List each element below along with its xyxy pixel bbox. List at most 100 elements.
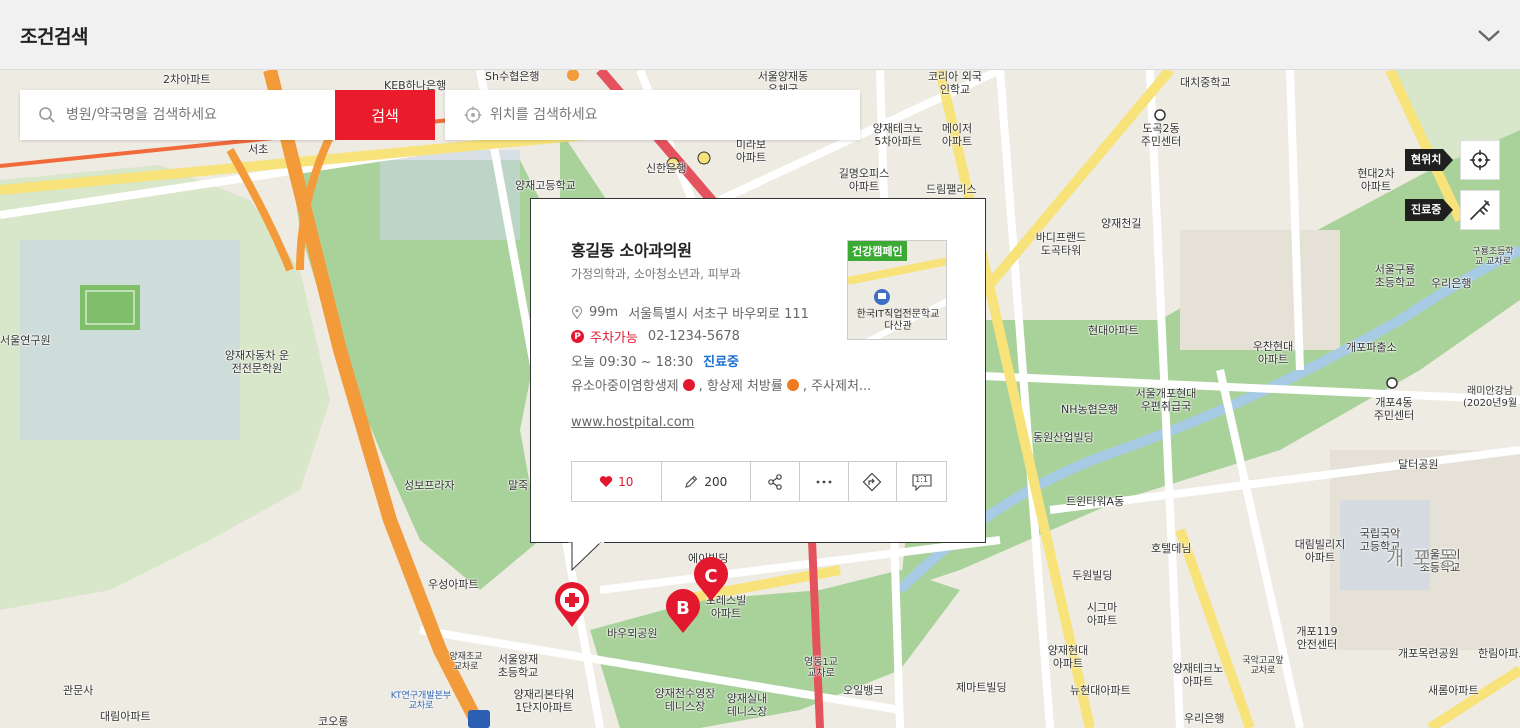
service-text: 유소아중이염항생제 xyxy=(571,379,679,394)
map-label: 개포목련공원 xyxy=(1398,647,1459,660)
map-label: 양재현대 아파트 xyxy=(1047,644,1089,670)
map-label: 구룡초등학교 교차로 xyxy=(1472,247,1514,267)
map-label: 서울연구원 xyxy=(0,334,51,347)
hours-text: 오늘 09:30 ~ 18:30 xyxy=(571,355,694,370)
review-button[interactable]: 200 xyxy=(662,462,752,501)
hospital-thumbnail[interactable]: 건강캠페인 한국IT직업전문학교 다산관 xyxy=(847,240,947,340)
target-icon xyxy=(1470,150,1490,170)
more-icon xyxy=(816,480,832,483)
parking-icon: P xyxy=(571,330,584,343)
location-search-input[interactable] xyxy=(445,90,860,140)
map-label: 도곡2동 주민센터 xyxy=(1140,122,1182,148)
hospital-info-popup: 홍길동 소아과의원 가정의학과, 소아청소년과, 피부과 99m 서울특별시 서… xyxy=(530,198,986,543)
map-label: 길명오피스 아파트 xyxy=(838,167,890,193)
distance-text: 99m xyxy=(589,305,619,320)
map-label: 미라보 아파트 xyxy=(735,138,767,164)
grade-2-icon xyxy=(786,378,799,391)
marker-c[interactable]: C xyxy=(692,557,730,603)
map-label: 코오롱 xyxy=(318,715,349,728)
chat-button[interactable]: 1:1 xyxy=(897,462,946,501)
map-label: 현대2차 아파트 xyxy=(1357,167,1395,193)
map-label: 두원빌딩 xyxy=(1072,569,1113,582)
more-button[interactable] xyxy=(800,462,849,501)
svg-text:C: C xyxy=(704,566,717,587)
map-label: 영동1교 교차로 xyxy=(804,657,838,679)
map-label: 양재리본타워 1단지아파트 xyxy=(513,688,575,714)
thumbnail-caption: 한국IT직업전문학교 다산관 xyxy=(856,309,940,332)
stethoscope-icon xyxy=(1470,200,1490,220)
page-header: 조건검색 xyxy=(0,0,1520,70)
heart-icon xyxy=(599,476,613,487)
open-now-filter-button[interactable] xyxy=(1460,190,1500,230)
hours-row: 오늘 09:30 ~ 18:30 진료중 xyxy=(571,351,739,370)
map-label: 양재초교 교차로 xyxy=(449,652,483,672)
map-label: 우리은행 xyxy=(1431,277,1472,290)
address-text: 서울특별시 서초구 바우뫼로 111 xyxy=(628,307,809,322)
map-label: 호텔데님 xyxy=(1151,542,1192,555)
parking-text: 주차가능 xyxy=(590,331,638,346)
map-label: 래미안강남 (2020년9월 xyxy=(1462,386,1518,409)
map-label: 트윈타워A동 xyxy=(1066,495,1125,508)
map-label: 양재테크노 5차아파트 xyxy=(872,122,924,148)
phone-text[interactable]: 02-1234-5678 xyxy=(648,329,740,344)
parking-phone-row: P 주차가능 02-1234-5678 xyxy=(571,327,740,346)
map-label: 개포4동 주민센터 xyxy=(1373,396,1415,422)
map-label: 바우뫼공원 xyxy=(607,627,658,640)
map-label: 양재고등학교 xyxy=(515,179,576,192)
map-label: 드림팰리스 xyxy=(926,183,977,196)
map-label: 양재천길 xyxy=(1101,217,1142,230)
map-label: 코리아 외국인학교 xyxy=(927,70,983,96)
map-label: 2차아파트 xyxy=(163,73,211,86)
map-label: 시그마 아파트 xyxy=(1086,601,1118,627)
map-label: 뉴현대아파트 xyxy=(1070,684,1131,697)
chat-ratio-label: 1:1 xyxy=(915,475,929,484)
current-location-tag: 현위치 xyxy=(1405,149,1453,171)
share-button[interactable] xyxy=(751,462,800,501)
location-search-field[interactable] xyxy=(445,90,860,140)
hospital-departments: 가정의학과, 소아청소년과, 피부과 xyxy=(571,267,741,281)
map-label: 양재실내 테니스장 xyxy=(726,692,768,718)
map-label: 개포119 안전센터 xyxy=(1296,625,1338,651)
map-label: 메이저 아파트 xyxy=(941,122,973,148)
map-label: 성보프라자 xyxy=(404,479,455,492)
map-label: 대림아파트 xyxy=(100,710,151,723)
map-label: 한림아파트 xyxy=(1478,647,1520,660)
chevron-down-icon[interactable] xyxy=(1476,22,1502,48)
map-label: 달터공원 xyxy=(1398,458,1439,471)
like-count: 10 xyxy=(618,474,634,489)
services-row: 유소아중이염항생제 , 항상제 처방률 , 주사제처... xyxy=(571,375,871,394)
map-label: KT연구개발본부 교차로 xyxy=(390,691,452,711)
status-badge: 진료중 xyxy=(703,355,740,370)
current-location-button[interactable] xyxy=(1460,140,1500,180)
pencil-icon xyxy=(685,475,698,488)
map-label: 새롬아파트 xyxy=(1428,684,1479,697)
search-button[interactable]: 검색 xyxy=(335,90,435,140)
location-pin-icon xyxy=(571,306,583,319)
hospital-name[interactable]: 홍길동 소아과의원 xyxy=(571,237,692,261)
map-label: 대치중학교 xyxy=(1180,76,1231,89)
map-label: 동원산업빌딩 xyxy=(1033,431,1094,444)
hospital-search-field[interactable] xyxy=(20,90,335,140)
service-text: , 주사제처... xyxy=(802,379,872,394)
map-label: 개포파출소 xyxy=(1346,341,1397,354)
hospital-marker[interactable] xyxy=(553,581,591,629)
map-label: 양재자동차 운전전문학원 xyxy=(224,349,290,375)
map-label: 말죽 xyxy=(508,479,529,492)
map-label: 양재천수영장 테니스장 xyxy=(654,687,716,713)
service-text: , 항상제 처방률 xyxy=(698,379,783,394)
map-label: 양재테크노 아파트 xyxy=(1172,662,1224,688)
map-label: 대림빌리지 아파트 xyxy=(1294,538,1346,564)
website-link[interactable]: www.hostpital.com xyxy=(571,415,694,430)
grade-1-icon xyxy=(682,378,695,391)
directions-button[interactable] xyxy=(849,462,898,501)
map-label: 우리은행 xyxy=(1184,712,1225,725)
hospital-search-input[interactable] xyxy=(20,90,335,140)
campaign-badge: 건강캠페인 xyxy=(848,241,907,261)
map-label: NH농협은행 xyxy=(1061,403,1118,416)
popup-pointer xyxy=(568,542,604,572)
map-label: 개포동 xyxy=(1386,546,1466,570)
map-label: 서울양재 초등학교 xyxy=(497,653,539,679)
like-button[interactable]: 10 xyxy=(572,462,662,501)
map-label: 신한은행 xyxy=(646,162,687,175)
map-label: 우찬현대 아파트 xyxy=(1252,340,1294,366)
